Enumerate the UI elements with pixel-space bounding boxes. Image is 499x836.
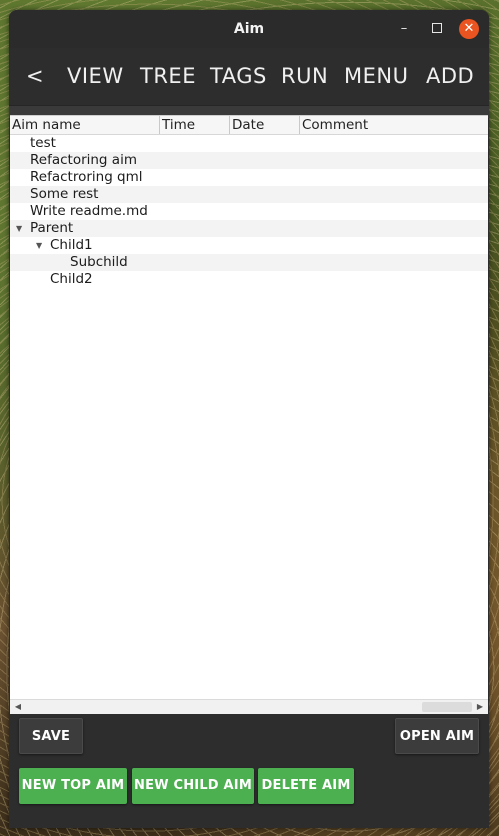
tree-row[interactable]: Refactoring aim	[10, 152, 488, 169]
scroll-right-icon[interactable]: ▶	[474, 700, 486, 714]
tree-rows: test Refactoring aim Refactroring qml So…	[10, 135, 488, 288]
aim-name: Refactoring aim	[30, 152, 137, 168]
tree-row[interactable]: Child2	[10, 271, 488, 288]
open-aim-button[interactable]: OPEN AIM	[395, 718, 479, 754]
window-title: Aim	[233, 21, 265, 37]
title-bar: Aim – ✕	[9, 10, 489, 48]
new-top-aim-button[interactable]: NEW TOP AIM	[19, 768, 127, 804]
tree-row[interactable]: ▼ Child1	[10, 237, 488, 254]
tree-row[interactable]: Some rest	[10, 186, 488, 203]
tree-row[interactable]: Subchild	[10, 254, 488, 271]
column-header: Aim name Time Date Comment	[10, 115, 488, 135]
header-comment[interactable]: Comment	[300, 116, 488, 134]
maximize-button[interactable]	[427, 19, 447, 39]
tree-row[interactable]: Write readme.md	[10, 203, 488, 220]
maximize-icon	[432, 23, 442, 33]
aim-name: Child2	[50, 271, 93, 287]
aim-tree-view[interactable]: Aim name Time Date Comment test Refactor…	[10, 115, 488, 714]
tree-row[interactable]: test	[10, 135, 488, 152]
scrollbar-thumb[interactable]	[422, 702, 472, 712]
add-button[interactable]: ADD	[426, 62, 474, 90]
expand-arrow-icon[interactable]: ▼	[36, 237, 42, 254]
tree-row[interactable]: Refactroring qml	[10, 169, 488, 186]
new-child-aim-button[interactable]: NEW CHILD AIM	[132, 768, 254, 804]
horizontal-scrollbar[interactable]: ◀ ▶	[10, 699, 488, 714]
aim-name: test	[30, 135, 56, 151]
header-aim-name[interactable]: Aim name	[10, 116, 160, 134]
aim-name: Parent	[30, 220, 74, 236]
scroll-left-icon[interactable]: ◀	[12, 700, 24, 714]
aim-name: Some rest	[30, 186, 99, 202]
tags-button[interactable]: TAGS	[210, 62, 267, 90]
tree-button[interactable]: TREE	[140, 62, 196, 90]
run-button[interactable]: RUN	[281, 62, 328, 90]
save-button[interactable]: SAVE	[19, 718, 83, 754]
close-button[interactable]: ✕	[459, 19, 479, 39]
menu-button[interactable]: MENU	[344, 62, 408, 90]
back-button[interactable]: <	[26, 62, 44, 90]
aim-name: Subchild	[70, 254, 128, 270]
aim-name: Refactroring qml	[30, 169, 143, 185]
aim-name: Child1	[50, 237, 93, 253]
header-date[interactable]: Date	[230, 116, 300, 134]
tree-row[interactable]: ▼ Parent	[10, 220, 488, 237]
minimize-button[interactable]: –	[394, 19, 414, 39]
aim-name: Write readme.md	[30, 203, 148, 219]
app-window: Aim – ✕ < VIEW TREE TAGS RUN MENU ADD Ai…	[9, 10, 489, 828]
view-button[interactable]: VIEW	[67, 62, 124, 90]
delete-aim-button[interactable]: DELETE AIM	[258, 768, 354, 804]
toolbar: < VIEW TREE TAGS RUN MENU ADD	[9, 48, 489, 106]
header-time[interactable]: Time	[160, 116, 230, 134]
expand-arrow-icon[interactable]: ▼	[16, 220, 22, 237]
